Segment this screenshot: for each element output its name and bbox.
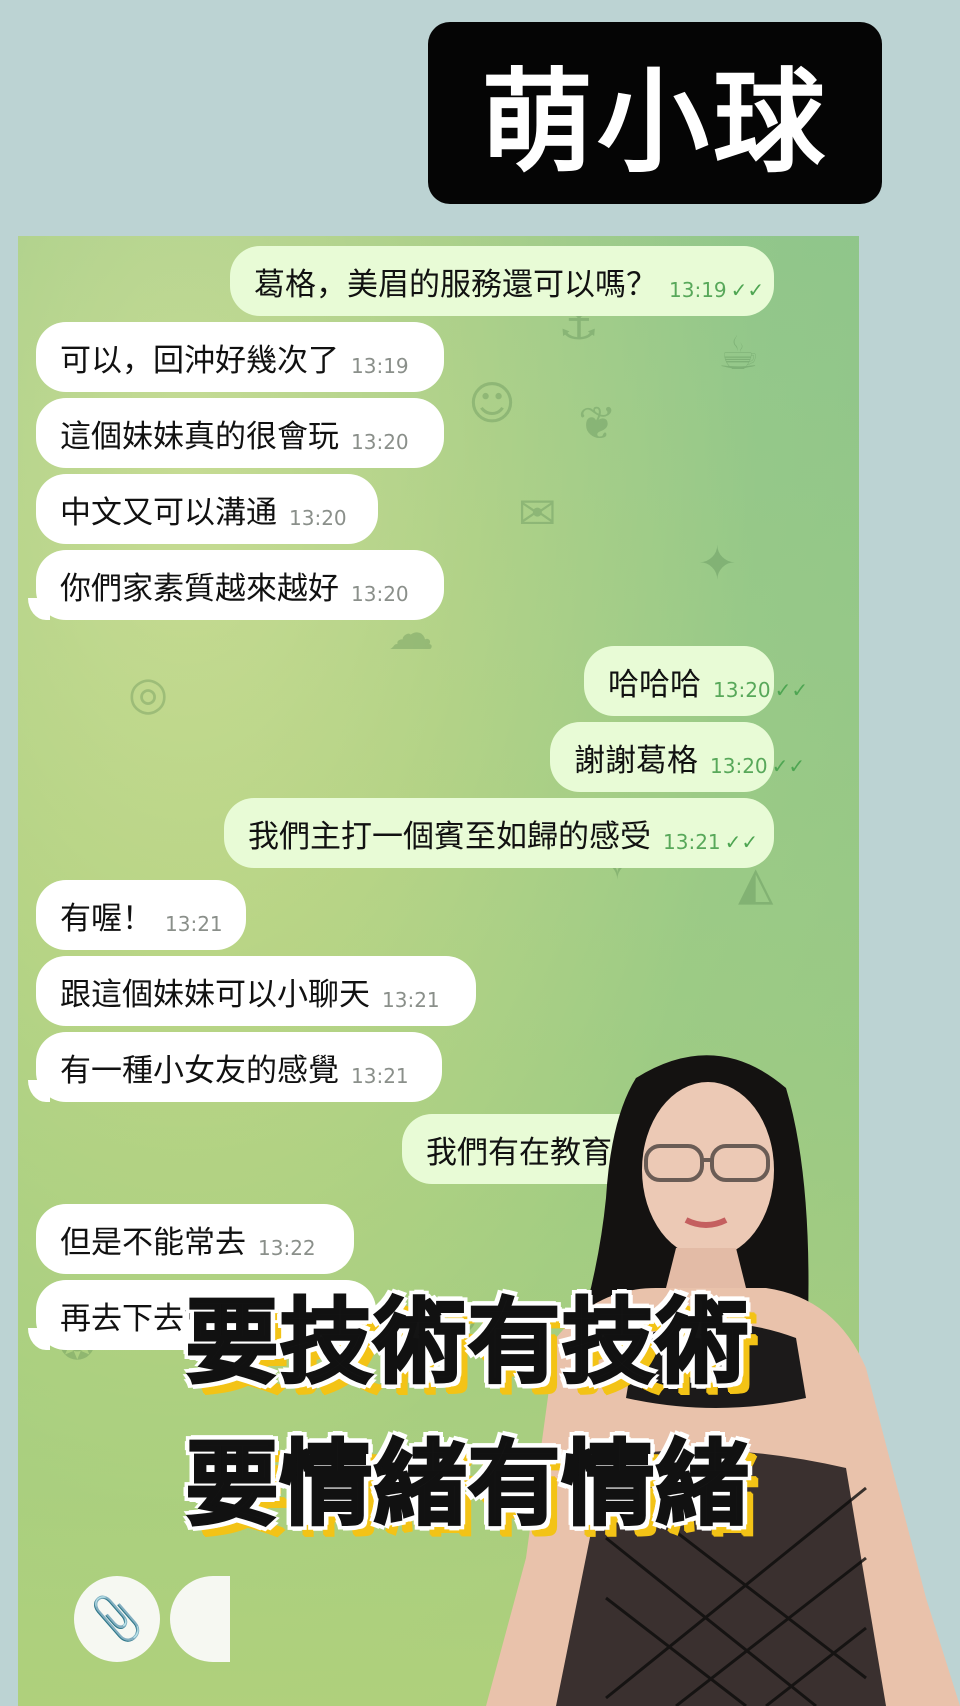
doodle-envelope-icon: ✉ [518,486,557,540]
message-text: 我們主打一個賓至如歸的感受 [248,818,651,855]
doodle-star-icon: ✦ [698,536,737,590]
message-bubble-outgoing[interactable]: 我們主打一個賓至如歸的感受 13:21 ✓✓ [224,798,774,868]
message-text: 有喔！ [60,900,153,937]
message-bubble-incoming[interactable]: 你們家素質越來越好 13:20 [36,550,444,620]
bubble-tail [28,1080,50,1102]
message-time: 13:19 [669,278,727,302]
message-text: 哈哈哈 [608,666,701,703]
message-bubble-incoming[interactable]: 跟這個妹妹可以小聊天 13:21 [36,956,476,1026]
message-text: 這個妹妹真的很會玩 [60,418,339,455]
doodle-face-icon: ☺ [468,376,516,430]
message-bubble-incoming[interactable]: 有一種小女友的感覺 13:21 [36,1032,442,1102]
message-text: 中文又可以溝通 [60,494,277,531]
double-check-icon: ✓✓ [730,278,765,302]
message-text: 跟這個妹妹可以小聊天 [60,976,370,1013]
doodle-camera-icon: ◎ [128,666,169,720]
double-check-icon: ✓✓ [771,754,806,778]
message-bubble-incoming[interactable]: 有喔！ 13:21 [36,880,246,950]
message-bubble-incoming[interactable]: 可以，回沖好幾次了 13:19 [36,322,444,392]
message-time: 13:21 [351,1064,409,1088]
message-text: 可以，回沖好幾次了 [60,342,339,379]
message-time: 13:20 [289,506,347,530]
bubble-tail [28,598,50,620]
caption-line-1: 要技術有技術 [184,1288,751,1398]
doodle-pineapple-icon: ❦ [578,396,617,450]
message-text: 葛格，美眉的服務還可以嗎？ [254,266,657,303]
message-time: 13:21 [165,912,223,936]
message-text: 但是不能常去 [60,1224,246,1261]
message-bubble-outgoing[interactable]: 哈哈哈 13:20 ✓✓ [584,646,808,716]
message-bubble-outgoing[interactable]: 葛格，美眉的服務還可以嗎？ 13:19 ✓✓ [230,246,774,316]
message-time: 13:21 [382,988,440,1012]
message-bubble-outgoing[interactable]: 謝謝葛格 13:20 ✓✓ [550,722,805,792]
caption-line-2: 要情緒有情緒 [184,1430,751,1540]
double-check-icon: ✓✓ [724,830,759,854]
message-bubble-incoming[interactable]: 中文又可以溝通 13:20 [36,474,378,544]
double-check-icon: ✓✓ [774,678,809,702]
message-time: 13:21 [663,830,721,854]
message-time: 13:22 [258,1236,316,1260]
doodle-cup-icon: ☕ [718,326,760,380]
message-time: 13:20 [351,582,409,606]
message-input[interactable] [170,1576,230,1662]
bubble-tail [28,1328,50,1350]
message-bubble-incoming[interactable]: 但是不能常去 13:22 [36,1204,354,1274]
message-time: 13:20 [710,754,768,778]
message-text: 謝謝葛格 [574,742,698,779]
message-text: 有一種小女友的感覺 [60,1052,339,1089]
paperclip-icon[interactable]: 📎 [74,1576,160,1662]
message-time: 13:20 [351,430,409,454]
message-time: 13:20 [713,678,771,702]
message-bubble-incoming[interactable]: 這個妹妹真的很會玩 13:20 [36,398,444,468]
message-text: 你們家素質越來越好 [60,570,339,607]
title-banner: 萌小球 [428,22,882,204]
message-time: 13:19 [351,354,409,378]
page-title: 萌小球 [481,58,829,188]
